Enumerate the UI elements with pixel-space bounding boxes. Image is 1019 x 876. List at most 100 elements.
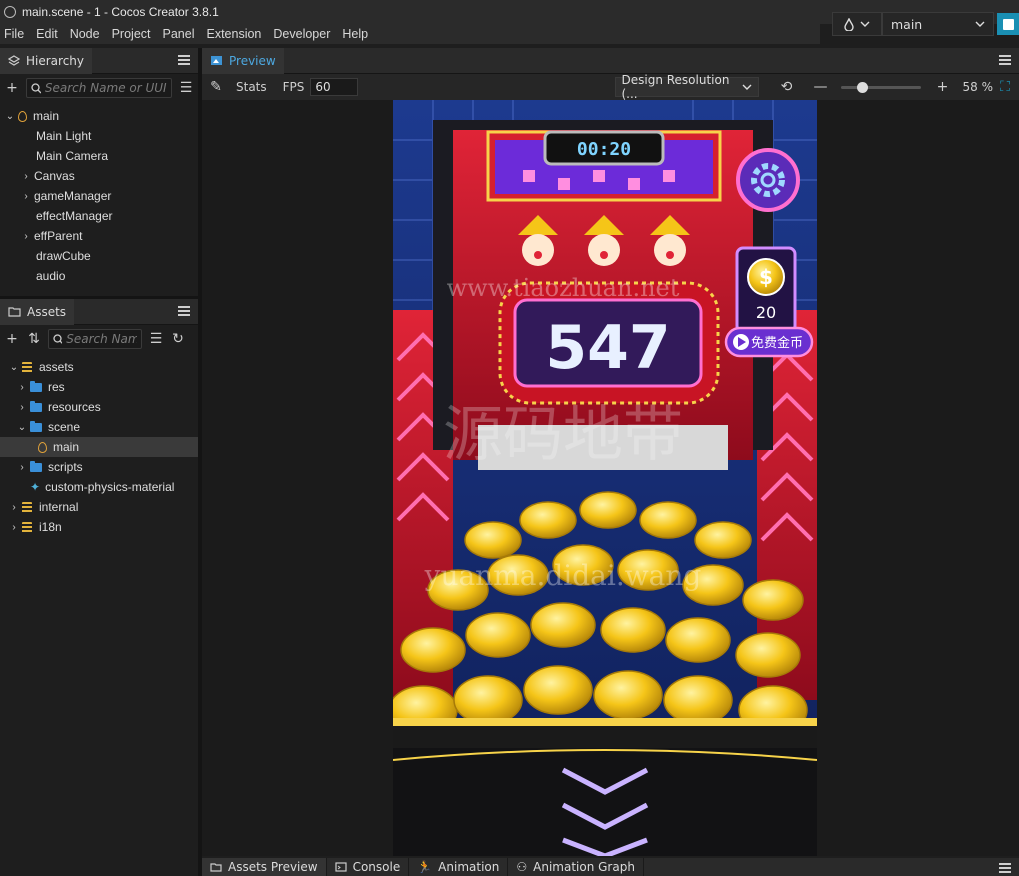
tray-bottom [393, 726, 817, 748]
fit-screen-icon[interactable]: ⛶ [997, 79, 1013, 95]
tab-preview[interactable]: Preview [202, 47, 284, 74]
tree-node-canvas[interactable]: › Canvas [0, 166, 198, 186]
hierarchy-search-input[interactable] [44, 81, 167, 95]
zoom-slider[interactable] [840, 81, 921, 93]
watermark-url: www.tiaozhuan.net [447, 274, 680, 302]
menu-developer[interactable]: Developer [273, 27, 330, 41]
tab-preview-label: Preview [229, 53, 276, 68]
settings-gear-button[interactable] [736, 148, 800, 212]
menu-project[interactable]: Project [112, 27, 151, 41]
tab-assets-preview[interactable]: Assets Preview [202, 858, 327, 876]
tree-node-main[interactable]: ⌄ main [0, 106, 198, 126]
add-node-icon[interactable]: + [4, 80, 20, 96]
game-canvas[interactable]: 00:20 $ 20 免费金币 547 www.tiaozhuan.net 源码… [393, 100, 817, 856]
asset-physics-material[interactable]: ✦ custom-physics-material [0, 477, 198, 497]
bottom-tabbar: Assets Preview Console 🏃 Animation ⚇ Ani… [202, 858, 1019, 876]
tab-console[interactable]: Console [327, 858, 410, 876]
clown-decorations [518, 215, 690, 266]
scene-select[interactable]: main [882, 12, 994, 36]
add-asset-icon[interactable]: + [4, 331, 20, 347]
animation-graph-icon: ⚇ [516, 860, 528, 874]
assets-search[interactable] [48, 329, 142, 349]
asset-internal[interactable]: › internal [0, 497, 198, 517]
tree-node-effectmanager[interactable]: effectManager [0, 206, 198, 226]
assets-tabbar: Assets [0, 298, 198, 325]
bottom-panel-menu[interactable] [995, 858, 1019, 876]
chevron-down-icon [975, 21, 985, 27]
menu-file[interactable]: File [4, 27, 24, 41]
folder-icon [30, 460, 42, 472]
rotate-device-icon[interactable]: ⟲ [779, 79, 795, 95]
free-coins-button[interactable]: 免费金币 [724, 326, 814, 358]
collapsed-caret-icon[interactable]: › [8, 502, 20, 513]
stats-toggle[interactable]: Stats [236, 80, 267, 94]
asset-scene[interactable]: ⌄ scene [0, 417, 198, 437]
collapsed-caret-icon[interactable]: › [8, 522, 20, 533]
asset-scripts[interactable]: › scripts [0, 457, 198, 477]
layers-icon [8, 54, 20, 66]
svg-text:$: $ [759, 265, 773, 289]
assets-toolbar: + ⇅ ☰ ↻ [0, 325, 198, 353]
asset-res[interactable]: › res [0, 377, 198, 397]
zoom-out-icon[interactable]: — [813, 79, 829, 95]
menu-help[interactable]: Help [342, 27, 368, 41]
collapsed-caret-icon[interactable]: › [20, 171, 32, 182]
tree-node-drawcube[interactable]: drawCube [0, 246, 198, 266]
tab-hierarchy[interactable]: Hierarchy [0, 47, 93, 74]
build-dropdown-button[interactable] [832, 12, 882, 36]
expanded-caret-icon[interactable]: ⌄ [16, 422, 28, 433]
menu-node[interactable]: Node [70, 27, 100, 41]
preview-menu-icon[interactable] [999, 55, 1011, 65]
collapsed-caret-icon[interactable]: › [20, 191, 32, 202]
hierarchy-menu-icon[interactable] [178, 55, 190, 65]
asset-i18n[interactable]: › i18n [0, 517, 198, 537]
collapsed-caret-icon[interactable]: › [16, 382, 28, 393]
assets-menu-icon[interactable] [178, 306, 190, 316]
play-stop-button[interactable] [997, 13, 1019, 35]
asset-assets[interactable]: ⌄ assets [0, 357, 198, 377]
expanded-caret-icon[interactable]: ⌄ [8, 362, 20, 373]
search-icon [31, 82, 41, 93]
preview-tabbar: Preview [202, 47, 1019, 74]
tree-node-gamemanager[interactable]: › gameManager [0, 186, 198, 206]
folder-tab-icon [8, 307, 21, 317]
tree-node-main-light[interactable]: Main Light [0, 126, 198, 146]
zoom-in-icon[interactable]: + [935, 79, 951, 95]
database-icon [22, 521, 32, 533]
bottom-menu-icon[interactable] [999, 863, 1011, 873]
edit-settings-icon[interactable]: ✎ [208, 79, 224, 95]
collapse-list-icon[interactable]: ☰ [148, 331, 164, 347]
stop-icon [1002, 18, 1014, 30]
folder-icon [30, 380, 42, 392]
tab-assets[interactable]: Assets [0, 298, 75, 325]
tree-node-effparent[interactable]: › effParent [0, 226, 198, 246]
refresh-icon[interactable]: ↻ [170, 331, 186, 347]
menu-edit[interactable]: Edit [36, 27, 58, 41]
tab-animation-graph[interactable]: ⚇ Animation Graph [508, 858, 644, 876]
design-resolution-value: Design Resolution (... [621, 73, 730, 101]
fps-input[interactable]: 60 [310, 78, 359, 96]
folder-tab-icon [210, 863, 222, 872]
design-resolution-select[interactable]: Design Resolution (... [614, 73, 759, 101]
collapsed-caret-icon[interactable]: › [20, 231, 32, 242]
sort-icon[interactable]: ⇅ [26, 331, 42, 347]
assets-search-input[interactable] [66, 332, 137, 346]
collapsed-caret-icon[interactable]: › [16, 402, 28, 413]
expanded-caret-icon[interactable]: ⌄ [4, 111, 16, 122]
collapsed-caret-icon[interactable]: › [16, 462, 28, 473]
zoom-slider-knob[interactable] [856, 81, 868, 93]
scene-select-value: main [891, 16, 923, 32]
database-icon [22, 501, 32, 513]
database-icon [22, 361, 32, 373]
tree-node-main-camera[interactable]: Main Camera [0, 146, 198, 166]
asset-main-scene[interactable]: main [0, 437, 198, 457]
folder-icon [30, 400, 42, 412]
hierarchy-search[interactable] [26, 78, 172, 98]
asset-resources[interactable]: › resources [0, 397, 198, 417]
tree-node-audio[interactable]: audio [0, 266, 198, 286]
tab-animation[interactable]: 🏃 Animation [409, 858, 509, 876]
collapse-list-icon[interactable]: ☰ [178, 80, 194, 96]
scene-icon [18, 110, 27, 122]
menu-panel[interactable]: Panel [163, 27, 195, 41]
menu-extension[interactable]: Extension [206, 27, 261, 41]
